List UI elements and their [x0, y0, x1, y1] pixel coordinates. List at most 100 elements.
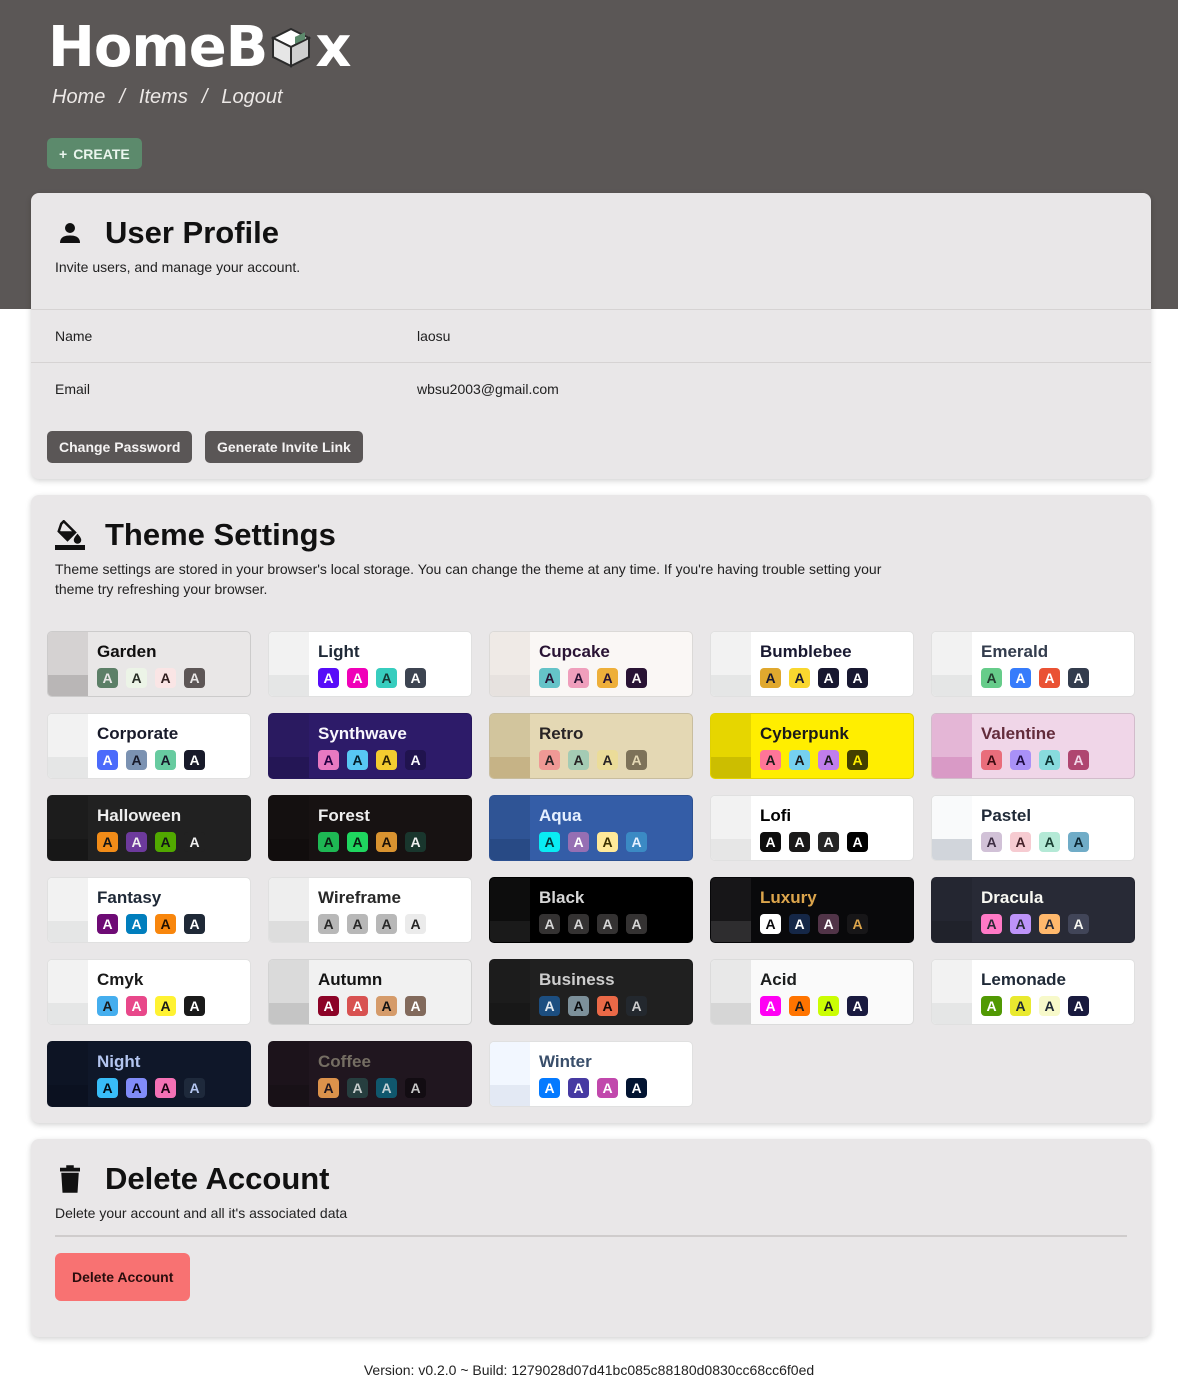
theme-swatch	[711, 632, 751, 675]
theme-option-dracula[interactable]: Dracula A A A A	[931, 877, 1135, 943]
nav-items-link[interactable]: Items	[139, 86, 188, 109]
theme-swatch	[490, 1085, 530, 1106]
user-profile-description: Invite users, and manage your account.	[55, 259, 301, 275]
theme-option-bumblebee[interactable]: Bumblebee A A A A	[710, 631, 914, 697]
theme-option-pastel[interactable]: Pastel A A A A	[931, 795, 1135, 861]
theme-color-chip: A	[1010, 914, 1031, 934]
theme-swatch	[269, 757, 309, 778]
theme-name: Light	[318, 642, 360, 661]
theme-color-chips: AAAA	[981, 750, 1089, 770]
divider	[55, 1235, 1127, 1237]
theme-option-night[interactable]: Night A A A A	[47, 1041, 251, 1107]
delete-account-title: Delete Account	[105, 1161, 330, 1196]
theme-name: Winter	[539, 1052, 592, 1071]
theme-option-retro[interactable]: Retro A A A A	[489, 713, 693, 779]
nav-logout-link[interactable]: Logout	[221, 86, 282, 109]
delete-account-button[interactable]: Delete Account	[55, 1253, 191, 1301]
theme-option-autumn[interactable]: Autumn A A A A	[268, 959, 472, 1025]
theme-color-chip: A	[760, 668, 781, 688]
paint-bucket-icon	[55, 520, 85, 550]
logo[interactable]: HomeB x	[48, 14, 351, 80]
theme-color-chip: A	[626, 832, 647, 852]
theme-color-chip: A	[347, 668, 368, 688]
theme-swatch	[932, 796, 972, 839]
theme-color-chip: A	[760, 996, 781, 1016]
theme-swatch	[490, 921, 530, 942]
theme-swatch	[269, 960, 309, 1003]
theme-name: Acid	[760, 970, 797, 989]
theme-option-emerald[interactable]: Emerald A A A A	[931, 631, 1135, 697]
theme-option-forest[interactable]: Forest A A A A	[268, 795, 472, 861]
theme-color-chips: AAAA	[318, 914, 426, 934]
theme-settings-card: Theme Settings Theme settings are stored…	[31, 495, 1151, 1123]
theme-name: Halloween	[97, 806, 182, 825]
theme-option-fantasy[interactable]: Fantasy A A A A	[47, 877, 251, 943]
theme-color-chips: AAAA	[539, 996, 647, 1016]
theme-swatch	[269, 1042, 309, 1085]
theme-swatch	[932, 921, 972, 942]
theme-option-business[interactable]: Business A A A A	[489, 959, 693, 1025]
theme-name: Business	[539, 970, 615, 989]
theme-option-luxury[interactable]: Luxury A A A A	[710, 877, 914, 943]
theme-color-chip: A	[318, 996, 339, 1016]
theme-color-chip: A	[347, 1078, 368, 1098]
theme-color-chip: A	[818, 750, 839, 770]
theme-color-chip: A	[568, 750, 589, 770]
theme-option-valentine[interactable]: Valentine A A A A	[931, 713, 1135, 779]
theme-option-cupcake[interactable]: Cupcake A A A A	[489, 631, 693, 697]
version-footer: Version: v0.2.0 ~ Build: 1279028d07d41bc…	[363, 1362, 815, 1378]
theme-color-chip: A	[376, 996, 397, 1016]
theme-color-chip: A	[847, 832, 868, 852]
theme-color-chips: AAAA	[97, 914, 205, 934]
theme-name: Aqua	[539, 806, 582, 825]
theme-option-cyberpunk[interactable]: Cyberpunk A A A A	[710, 713, 914, 779]
theme-option-cmyk[interactable]: Cmyk A A A A	[47, 959, 251, 1025]
theme-settings-description: Theme settings are stored in your browse…	[55, 559, 881, 599]
theme-option-coffee[interactable]: Coffee A A A A	[268, 1041, 472, 1107]
theme-option-winter[interactable]: Winter A A A A	[489, 1041, 693, 1107]
theme-option-acid[interactable]: Acid A A A A	[710, 959, 914, 1025]
theme-color-chip: A	[318, 832, 339, 852]
nav-home-link[interactable]: Home	[52, 86, 105, 109]
theme-option-lofi[interactable]: Lofi A A A A	[710, 795, 914, 861]
theme-option-aqua[interactable]: Aqua A A A A	[489, 795, 693, 861]
theme-color-chip: A	[155, 914, 176, 934]
theme-color-chip: A	[318, 1078, 339, 1098]
theme-color-chips: AAAA	[981, 996, 1089, 1016]
theme-color-chip: A	[347, 914, 368, 934]
theme-color-chip: A	[626, 668, 647, 688]
theme-color-chip: A	[597, 1078, 618, 1098]
theme-option-lemonade[interactable]: Lemonade A A A A	[931, 959, 1135, 1025]
theme-color-chip: A	[760, 832, 781, 852]
theme-name: Night	[97, 1052, 141, 1071]
theme-color-chip: A	[405, 914, 426, 934]
theme-color-chips: AAAA	[318, 750, 426, 770]
generate-invite-link-button[interactable]: Generate Invite Link	[205, 431, 363, 463]
theme-swatch	[48, 796, 88, 839]
theme-option-light[interactable]: Light A A A A	[268, 631, 472, 697]
theme-color-chip: A	[184, 914, 205, 934]
theme-option-halloween[interactable]: Halloween A A A A	[47, 795, 251, 861]
theme-name: Lofi	[760, 806, 792, 825]
theme-swatch	[711, 796, 751, 839]
theme-swatch	[932, 839, 972, 860]
change-password-button[interactable]: Change Password	[47, 431, 193, 463]
user-profile-title: User Profile	[105, 215, 280, 250]
create-button[interactable]: + CREATE	[47, 138, 142, 169]
theme-name: Autumn	[318, 970, 383, 989]
theme-swatch	[269, 839, 309, 860]
theme-color-chip: A	[760, 750, 781, 770]
theme-swatch	[48, 632, 88, 675]
theme-color-chip: A	[126, 832, 147, 852]
theme-color-chips: AAAA	[97, 750, 205, 770]
theme-color-chip: A	[318, 750, 339, 770]
theme-color-chip: A	[1039, 832, 1060, 852]
theme-option-black[interactable]: Black A A A A	[489, 877, 693, 943]
theme-swatch	[711, 921, 751, 942]
theme-name: Bumblebee	[760, 642, 852, 661]
theme-option-garden[interactable]: Garden A A A A	[47, 631, 251, 697]
theme-option-synthwave[interactable]: Synthwave A A A A	[268, 713, 472, 779]
theme-name: Emerald	[981, 642, 1049, 661]
theme-option-corporate[interactable]: Corporate A A A A	[47, 713, 251, 779]
theme-option-wireframe[interactable]: Wireframe A A A A	[268, 877, 472, 943]
